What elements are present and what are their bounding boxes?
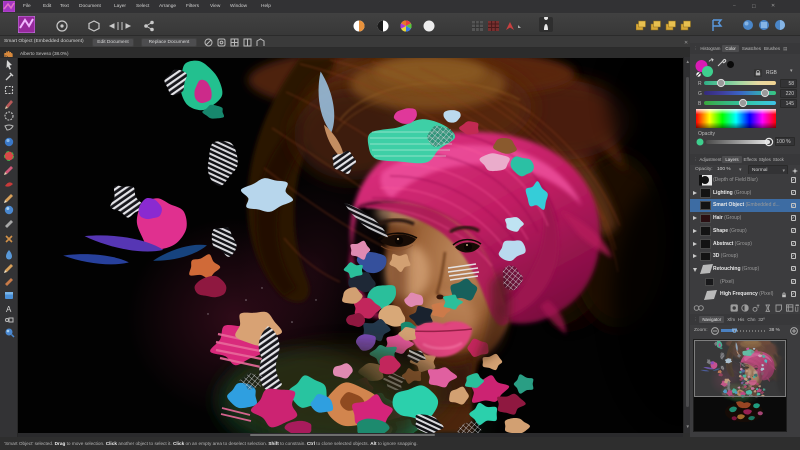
- svg-text:A: A: [6, 305, 12, 314]
